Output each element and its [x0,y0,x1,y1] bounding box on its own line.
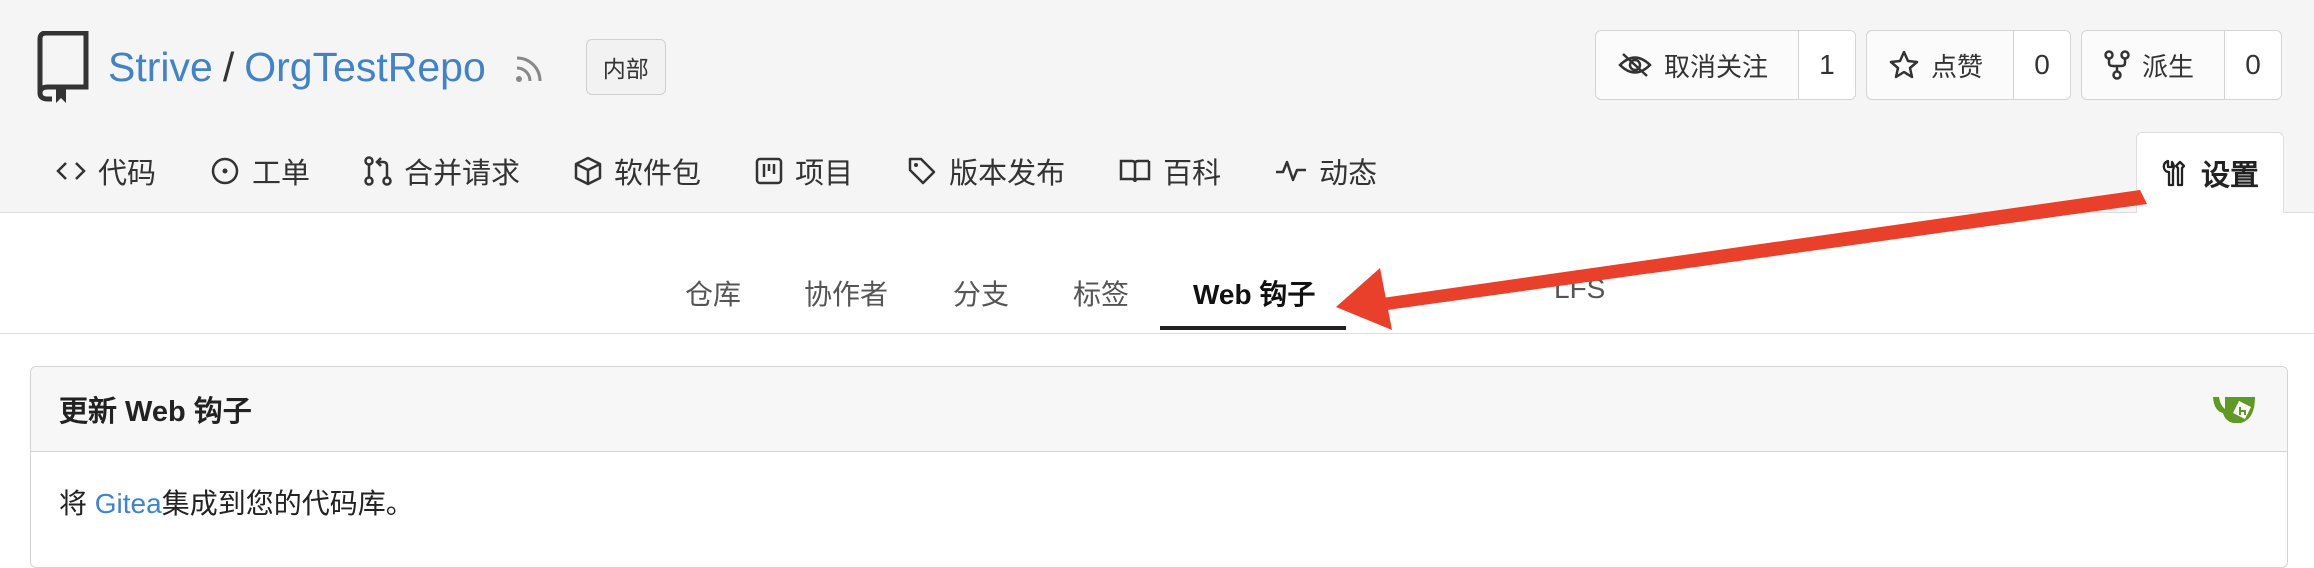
settings-tab-webhooks[interactable]: Web 钩子 [1193,273,1315,313]
tab-wiki-label: 百科 [1163,158,1222,190]
tab-activity-label: 动态 [1319,158,1378,190]
star-button-group: 点赞 0 [1865,30,2071,100]
tab-pull-requests-label: 合并请求 [404,158,521,190]
star-icon [1889,50,1919,79]
settings-tab-collaborators[interactable]: 协作者 [804,273,888,313]
watch-count[interactable]: 1 [1797,31,1855,99]
settings-tab-branches[interactable]: 分支 [953,273,1009,313]
tab-packages-label: 软件包 [614,158,702,190]
repo-name-link[interactable]: OrgTestRepo [244,44,486,91]
repo-header: Strive / OrgTestRepo 内部 取消关注 1 点赞 0 派生 0… [0,0,2314,213]
tab-releases[interactable]: 版本发布 [907,150,1065,192]
panel-title: 更新 Web 钩子 [59,396,252,428]
issue-icon [211,157,239,185]
fork-count[interactable]: 0 [2224,31,2281,99]
repo-nav: 代码 工单 合并请求 软件包 项目 版本发布 百科 动态 [56,150,1377,192]
code-icon [56,162,86,180]
repo-title-row: Strive / OrgTestRepo 内部 [36,31,666,103]
tab-issues[interactable]: 工单 [210,150,310,192]
tools-icon [2162,159,2186,187]
tab-pull-requests[interactable]: 合并请求 [364,150,520,192]
rss-icon[interactable] [514,54,544,84]
package-icon [574,156,602,186]
unwatch-button[interactable]: 取消关注 [1596,31,1798,99]
tab-projects[interactable]: 项目 [755,150,853,192]
tab-code[interactable]: 代码 [56,150,156,192]
book-icon [1119,159,1151,183]
panel-header: 更新 Web 钩子 [31,367,2287,452]
update-webhook-panel: 更新 Web 钩子 将 Gitea集成到您的代码库。 [30,366,2288,568]
repo-owner-link[interactable]: Strive [108,44,213,91]
pull-request-icon [364,156,392,186]
tab-settings[interactable]: 设置 [2136,132,2284,213]
repo-separator: / [222,43,235,90]
pulse-icon [1276,160,1307,182]
active-tab-underline [1160,326,1346,330]
tab-code-label: 代码 [98,158,157,190]
description-prefix: 将 [59,488,95,519]
gitea-link[interactable]: Gitea [95,488,162,519]
settings-tab-repository[interactable]: 仓库 [685,273,741,313]
project-icon [755,157,783,185]
tab-wiki[interactable]: 百科 [1119,150,1221,192]
tag-icon [908,157,936,185]
repo-icon [37,31,89,103]
tab-settings-label: 设置 [2200,160,2259,192]
watch-button-group: 取消关注 1 [1594,30,1856,100]
settings-tab-tags[interactable]: 标签 [1073,273,1129,313]
eye-slash-icon [1618,53,1652,77]
unwatch-label: 取消关注 [1663,51,1768,82]
star-label: 点赞 [1930,51,1983,82]
settings-subnav: 仓库 协作者 分支 标签 Web 钩子 LFS [0,213,2314,334]
description-suffix: 集成到您的代码库。 [161,488,414,519]
star-count[interactable]: 0 [2012,31,2070,99]
gitea-logo-icon [2213,397,2255,423]
fork-button-group: 派生 0 [2080,30,2282,100]
fork-icon [2104,50,2130,80]
fork-label: 派生 [2141,51,2194,82]
repo-actions: 取消关注 1 点赞 0 派生 0 [1594,30,2282,100]
fork-button[interactable]: 派生 [2082,31,2224,99]
settings-tab-lfs[interactable]: LFS [1554,273,1605,305]
tab-activity[interactable]: 动态 [1275,150,1377,192]
tab-releases-label: 版本发布 [949,158,1066,190]
star-button[interactable]: 点赞 [1867,31,2013,99]
tab-projects-label: 项目 [795,158,854,190]
tab-issues-label: 工单 [252,158,311,190]
panel-body: 将 Gitea集成到您的代码库。 [31,452,2287,552]
visibility-badge: 内部 [585,39,666,95]
tab-packages[interactable]: 软件包 [574,150,701,192]
